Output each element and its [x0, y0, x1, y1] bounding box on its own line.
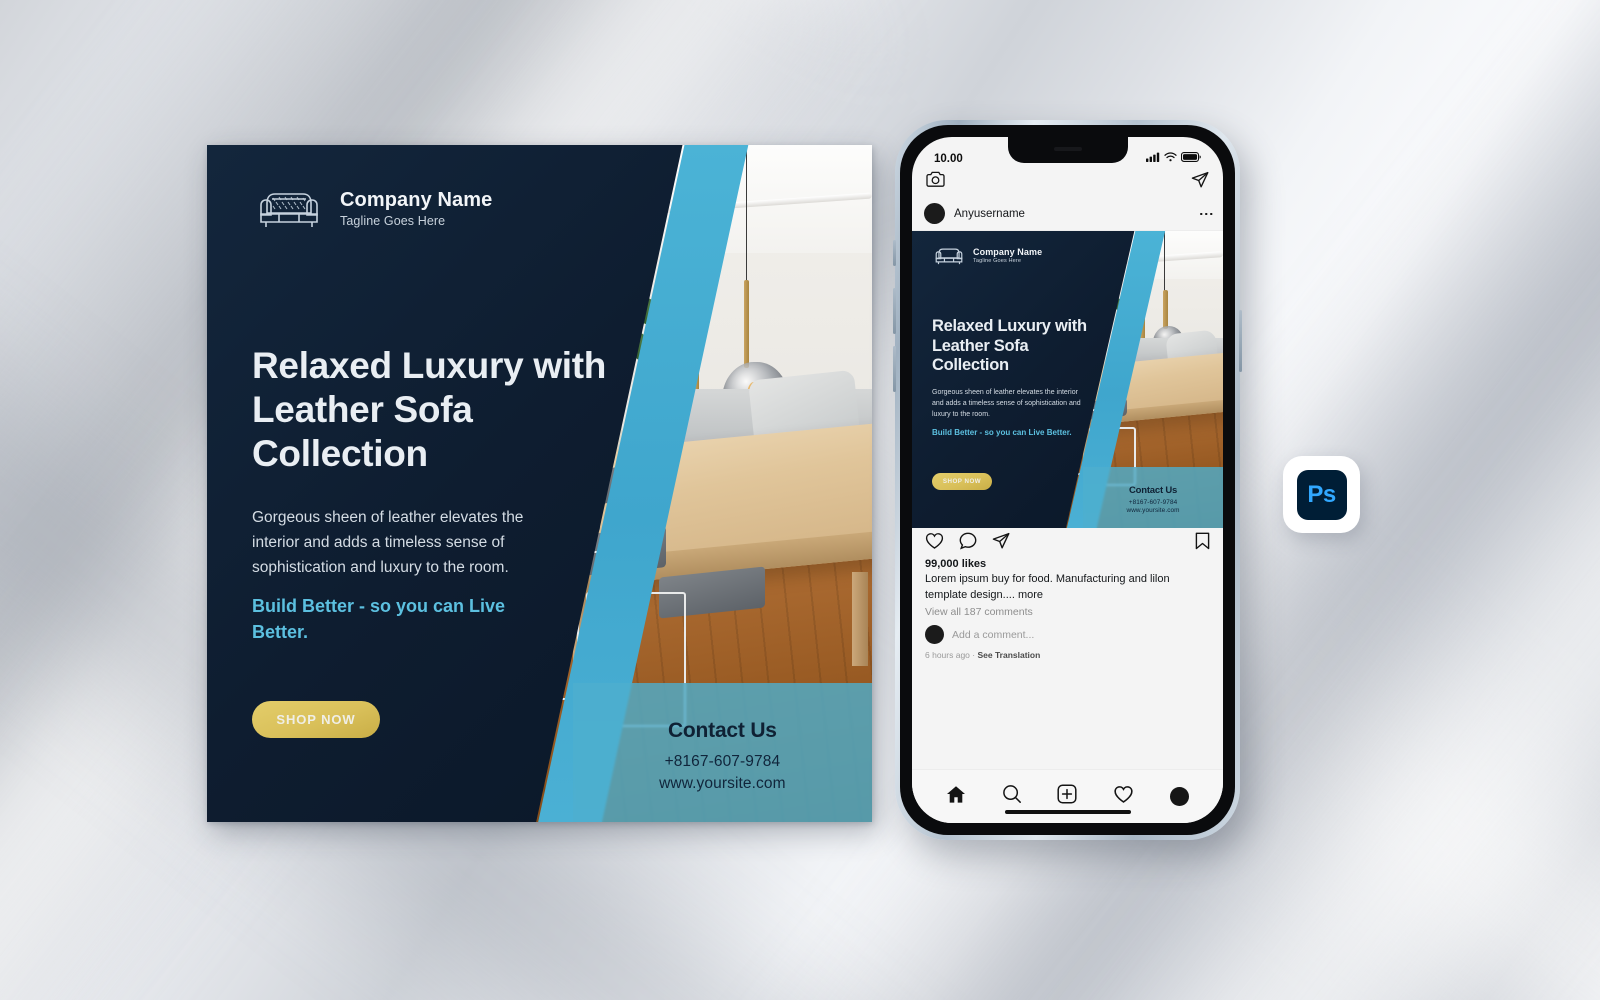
contact-phone[interactable]: +8167-607-9784: [1129, 499, 1177, 506]
post-image[interactable]: Company Name Tagline Goes Here Relaxed L…: [912, 231, 1223, 528]
wifi-icon: [1164, 152, 1177, 165]
send-icon[interactable]: [992, 532, 1010, 555]
shop-now-button[interactable]: SHOP NOW: [932, 473, 992, 490]
contact-card: Contact Us +8167-607-9784 www.yoursite.c…: [572, 683, 872, 822]
poster-body-copy: Gorgeous sheen of leather elevates the i…: [932, 389, 1081, 418]
social-media-poster: Company Name Tagline Goes Here Relaxed L…: [207, 145, 872, 822]
cellular-bars-icon: [1146, 152, 1160, 165]
bottom-navigation: [912, 769, 1223, 823]
search-icon[interactable]: [1002, 784, 1022, 809]
poster-accent-copy: Build Better - so you can Live Better.: [252, 596, 506, 642]
company-name: Company Name: [340, 188, 493, 211]
send-icon[interactable]: [1191, 171, 1209, 194]
poster-body-copy: Gorgeous sheen of leather elevates the i…: [252, 509, 524, 576]
sofa-icon: [932, 245, 966, 266]
post-caption: Lorem ipsum buy for food. Manufacturing …: [925, 573, 1170, 601]
contact-card: Contact Us +8167-607-9784 www.yoursite.c…: [1083, 467, 1223, 528]
mockup-scene: Company Name Tagline Goes Here Relaxed L…: [0, 0, 1600, 1000]
likes-count[interactable]: 99,000 likes: [925, 558, 1210, 570]
home-indicator: [1004, 810, 1131, 814]
add-comment-input[interactable]: Add a comment...: [952, 629, 1034, 641]
camera-icon[interactable]: [926, 171, 945, 193]
photoshop-icon: Ps: [1296, 469, 1347, 520]
poster-headline: Relaxed Luxury with Leather Sofa Collect…: [252, 345, 607, 474]
company-tagline: Tagline Goes Here: [340, 213, 446, 228]
instagram-topbar: [912, 167, 1223, 197]
company-name: Company Name: [973, 247, 1043, 257]
phone-mockup: 10.00 Anyusername ⋮ Company Name Tagline…: [893, 120, 1242, 840]
heart-icon[interactable]: [925, 532, 944, 555]
company-tagline: Tagline Goes Here: [973, 258, 1022, 264]
post-actions: [912, 528, 1223, 558]
post-username[interactable]: Anyusername: [954, 208, 1194, 220]
contact-title: Contact Us: [667, 718, 777, 742]
time-ago: 6 hours ago ·: [925, 650, 978, 660]
phone-screen: 10.00 Anyusername ⋮ Company Name Tagline…: [912, 137, 1223, 823]
poster-headline: Relaxed Luxury with Leather Sofa Collect…: [932, 317, 1087, 374]
view-comments-link[interactable]: View all 187 comments: [925, 606, 1210, 618]
more-options-icon[interactable]: ⋮: [1199, 207, 1215, 221]
comment-bubble-icon[interactable]: [959, 532, 977, 555]
add-comment-row[interactable]: Add a comment...: [925, 625, 1210, 644]
phone-notch: [1007, 137, 1128, 163]
contact-phone[interactable]: +8167-607-9784: [665, 753, 781, 771]
contact-website[interactable]: www.yoursite.com: [659, 775, 786, 793]
earpiece-speaker: [1053, 147, 1082, 151]
post-meta: 99,000 likes Lorem ipsum buy for food. M…: [912, 558, 1223, 660]
volume-down-button[interactable]: [893, 346, 896, 392]
home-icon[interactable]: [946, 785, 966, 809]
contact-website[interactable]: www.yoursite.com: [1126, 507, 1179, 514]
brand-lockup: Company Name Tagline Goes Here: [252, 185, 492, 231]
see-translation-link[interactable]: See Translation: [977, 650, 1040, 660]
post-user-bar: Anyusername ⋮: [912, 197, 1223, 231]
avatar[interactable]: [924, 203, 945, 224]
sofa-icon: [252, 185, 326, 231]
power-button[interactable]: [1239, 310, 1242, 372]
mute-switch[interactable]: [893, 240, 896, 266]
brand-lockup: Company Name Tagline Goes Here: [932, 245, 1042, 266]
poster-accent-copy: Build Better - so you can Live Better.: [932, 428, 1072, 437]
photoshop-badge: Ps: [1283, 456, 1360, 533]
phone-body: 10.00 Anyusername ⋮ Company Name Tagline…: [900, 125, 1235, 835]
contact-title: Contact Us: [1128, 484, 1178, 496]
activity-heart-icon[interactable]: [1113, 785, 1134, 809]
avatar: [925, 625, 944, 644]
status-time: 10.00: [934, 153, 963, 165]
bookmark-icon[interactable]: [1195, 532, 1210, 555]
volume-up-button[interactable]: [893, 288, 896, 334]
post-timestamp: 6 hours ago · See Translation: [925, 650, 1210, 660]
profile-avatar-icon[interactable]: [1170, 787, 1190, 806]
add-post-icon[interactable]: [1057, 784, 1078, 809]
battery-icon: [1180, 152, 1201, 165]
shop-now-button[interactable]: SHOP NOW: [252, 701, 380, 738]
